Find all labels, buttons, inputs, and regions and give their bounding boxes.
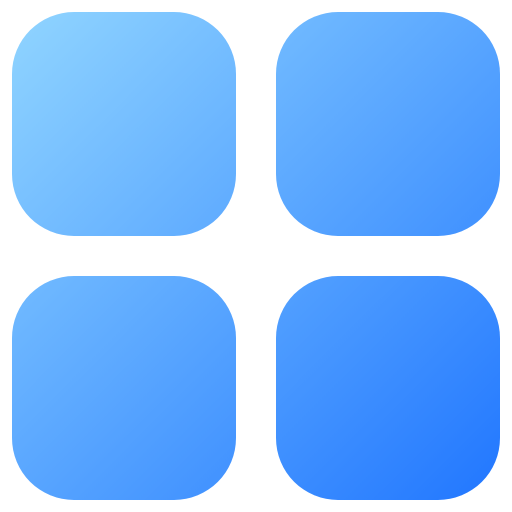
- top-left-tile: [12, 12, 236, 236]
- icon-canvas: [0, 0, 512, 512]
- bottom-left-tile: [12, 276, 236, 500]
- top-right-tile: [276, 12, 500, 236]
- bottom-right-tile: [276, 276, 500, 500]
- app-grid-icon: [12, 12, 500, 500]
